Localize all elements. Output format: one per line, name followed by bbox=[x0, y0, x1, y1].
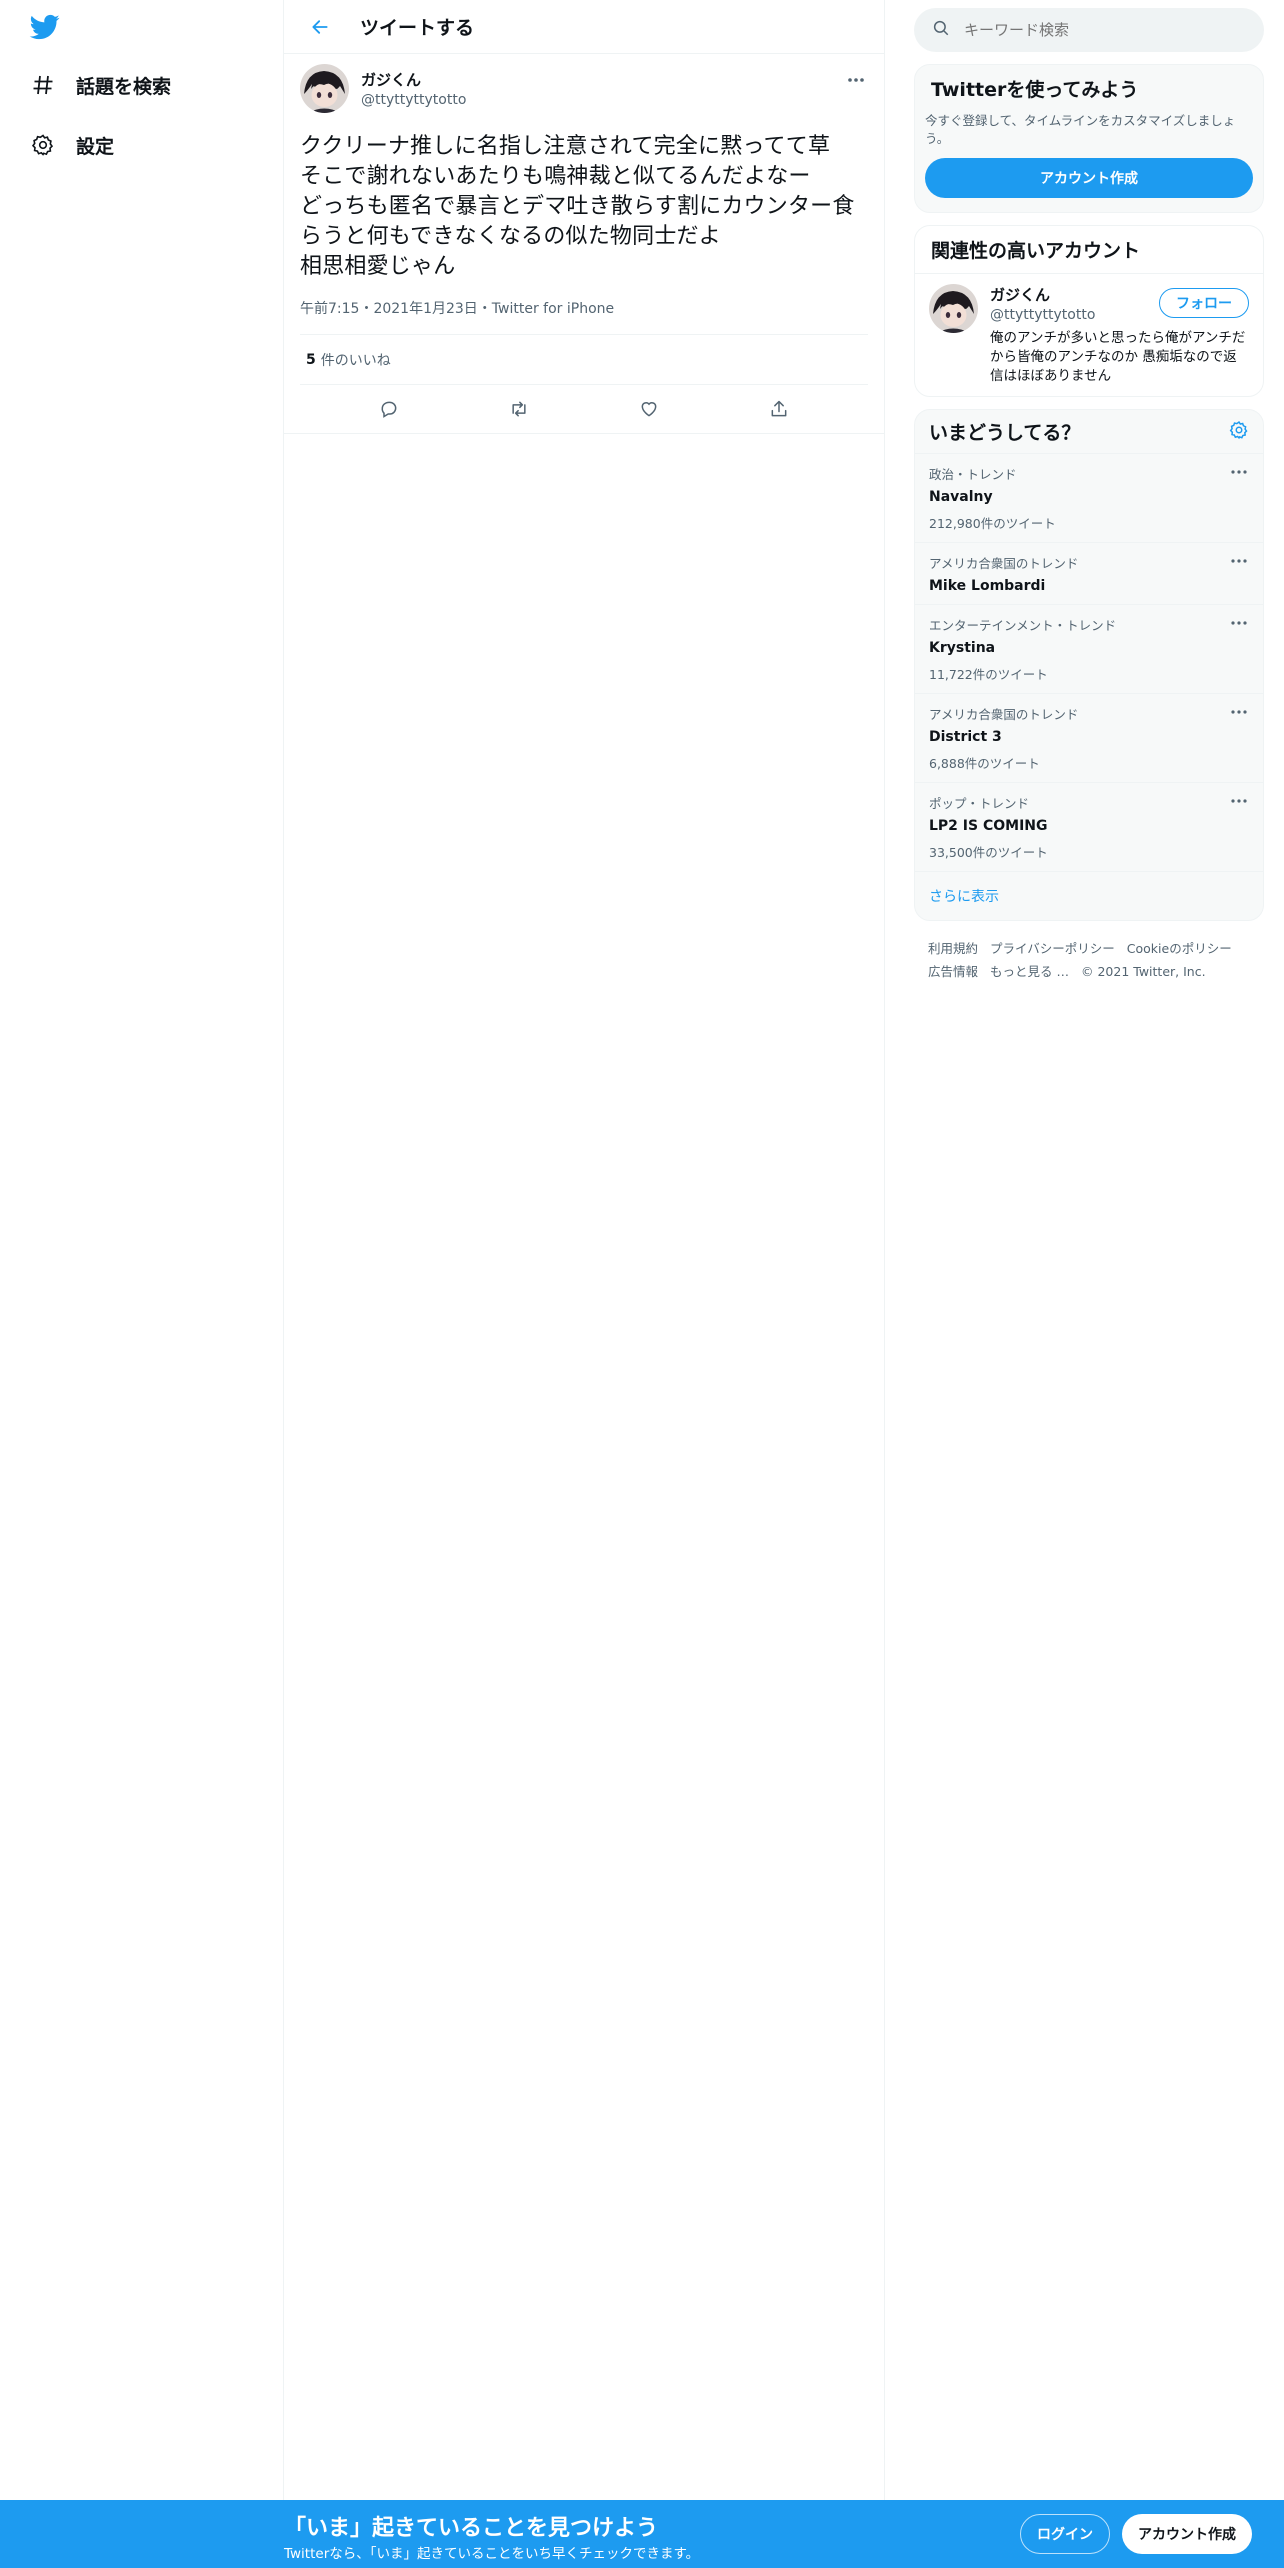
more-options-icon[interactable] bbox=[1229, 615, 1249, 631]
trend-name: Navalny bbox=[929, 489, 993, 505]
trend-category: 政治・トレンド bbox=[929, 467, 1017, 482]
trend-count: 6,888件のツイート bbox=[929, 756, 1040, 771]
reply-icon[interactable] bbox=[370, 390, 408, 428]
back-arrow-icon[interactable] bbox=[302, 9, 338, 45]
nav-item-settings[interactable]: 設定 bbox=[26, 121, 114, 169]
trend-category: アメリカ合衆国のトレンド bbox=[929, 707, 1079, 722]
signup-card: Twitterを使ってみよう 今すぐ登録して、タイムラインをカスタマイズしましょ… bbox=[914, 64, 1264, 213]
banner-title: 「いま」起きていることを見つけよう bbox=[284, 2516, 659, 2541]
avatar[interactable] bbox=[300, 64, 349, 113]
trend-count: 11,722件のツイート bbox=[929, 667, 1048, 682]
footer-link-privacy[interactable]: プライバシーポリシー bbox=[990, 941, 1115, 956]
left-nav: 話題を検索 設定 bbox=[0, 0, 284, 2568]
nav-item-explore[interactable]: 話題を検索 bbox=[26, 61, 171, 109]
follow-button[interactable]: フォロー bbox=[1159, 288, 1249, 318]
tweet-detail: ガジくん @ttyttyttytotto ククリーナ推しに名指し注意されて完全に… bbox=[284, 54, 884, 434]
login-button[interactable]: ログイン bbox=[1020, 2514, 1110, 2554]
right-sidebar: Twitterを使ってみよう 今すぐ登録して、タイムラインをカスタマイズしましょ… bbox=[914, 0, 1264, 999]
gear-icon bbox=[26, 128, 60, 162]
author-name[interactable]: ガジくん bbox=[361, 69, 466, 90]
trend-count: 33,500件のツイート bbox=[929, 845, 1048, 860]
likes-count[interactable]: 5 件のいいね bbox=[300, 335, 868, 385]
banner-subtitle: Twitterなら、「いま」起きていることをいち早くチェックできます。 bbox=[284, 2546, 700, 2562]
footer-link-terms[interactable]: 利用規約 bbox=[928, 941, 978, 956]
trends-header: いまどうしてる？ bbox=[915, 410, 1263, 454]
likes-label: 件のいいね bbox=[320, 352, 391, 369]
related-account[interactable]: ガジくん @ttyttyttytotto 俺のアンチが多いと思ったら俺がアンチだ… bbox=[915, 273, 1263, 396]
more-options-icon[interactable] bbox=[1229, 464, 1249, 480]
like-heart-icon[interactable] bbox=[630, 390, 668, 428]
avatar[interactable] bbox=[929, 284, 978, 333]
trend-item[interactable]: アメリカ合衆国のトレンド Mike Lombardi bbox=[915, 543, 1263, 605]
create-account-button[interactable]: アカウント作成 bbox=[925, 158, 1253, 198]
trend-name: Krystina bbox=[929, 640, 996, 656]
likes-number: 5 bbox=[306, 351, 316, 368]
nav-item-label: 話題を検索 bbox=[76, 75, 172, 98]
author-handle[interactable]: @ttyttyttytotto bbox=[361, 92, 466, 108]
trends-card: いまどうしてる？ 政治・トレンド Navalny 212,980件のツイート ア… bbox=[914, 409, 1264, 921]
twitter-logo-icon[interactable] bbox=[28, 12, 62, 42]
tweet-timestamp[interactable]: 午前7:15・2021年1月23日・Twitter for iPhone bbox=[300, 298, 868, 335]
trend-count: 212,980件のツイート bbox=[929, 516, 1056, 531]
trend-category: エンターテインメント・トレンド bbox=[929, 618, 1117, 633]
tweet-author: ガジくん @ttyttyttytotto bbox=[300, 64, 868, 118]
footer-link-cookies[interactable]: Cookieのポリシー bbox=[1127, 941, 1232, 956]
nav-item-label: 設定 bbox=[76, 135, 115, 158]
signup-banner: 「いま」起きていることを見つけよう Twitterなら、「いま」起きていることを… bbox=[0, 2500, 1284, 2568]
copyright: © 2021 Twitter, Inc. bbox=[1081, 964, 1206, 979]
search-input[interactable] bbox=[964, 21, 1234, 39]
signup-card-title: Twitterを使ってみよう bbox=[931, 79, 1139, 101]
related-account-bio: 俺のアンチが多いと思ったら俺がアンチだから皆俺のアンチなのか 愚痴垢なので返信は… bbox=[990, 330, 1246, 384]
page-title: ツイートする bbox=[360, 17, 475, 39]
trend-item[interactable]: エンターテインメント・トレンド Krystina 11,722件のツイート bbox=[915, 605, 1263, 694]
main-column: ツイートする ガジくん @ttyttyttytotto ククリーナ推しに名指し注… bbox=[284, 0, 885, 2568]
trend-name: District 3 bbox=[929, 729, 1002, 745]
more-options-icon[interactable] bbox=[1229, 704, 1249, 720]
share-icon[interactable] bbox=[760, 390, 798, 428]
show-more-link[interactable]: さらに表示 bbox=[915, 872, 1263, 920]
more-options-icon[interactable] bbox=[844, 70, 868, 90]
trend-name: LP2 IS COMING bbox=[929, 818, 1048, 834]
trend-item[interactable]: ポップ・トレンド LP2 IS COMING 33,500件のツイート bbox=[915, 783, 1263, 872]
tweet-actions bbox=[284, 385, 884, 434]
footer-link-more[interactable]: もっと見る … bbox=[990, 964, 1069, 979]
signup-button[interactable]: アカウント作成 bbox=[1122, 2514, 1252, 2554]
trend-item[interactable]: 政治・トレンド Navalny 212,980件のツイート bbox=[915, 454, 1263, 543]
footer-link-ads[interactable]: 広告情報 bbox=[928, 964, 978, 979]
tweet-text: ククリーナ推しに名指し注意されて完全に黙ってて草 そこで謝れないあたりも鳴神裁と… bbox=[300, 134, 855, 279]
footer-links: 利用規約 プライバシーポリシー Cookieのポリシー 広告情報 もっと見る … © 2… bbox=[914, 921, 1264, 999]
signup-card-description: 今すぐ登録して、タイムラインをカスタマイズしましょう。 bbox=[925, 113, 1236, 146]
more-options-icon[interactable] bbox=[1229, 793, 1249, 809]
retweet-icon[interactable] bbox=[500, 390, 538, 428]
page-header: ツイートする bbox=[284, 0, 884, 54]
search-icon bbox=[932, 19, 950, 41]
trend-item[interactable]: アメリカ合衆国のトレンド District 3 6,888件のツイート bbox=[915, 694, 1263, 783]
trend-category: アメリカ合衆国のトレンド bbox=[929, 556, 1079, 571]
more-options-icon[interactable] bbox=[1229, 553, 1249, 569]
related-accounts-card: 関連性の高いアカウント ガジくん @ttyttyttytotto 俺のアンチが多… bbox=[914, 225, 1264, 397]
trend-name: Mike Lombardi bbox=[929, 578, 1046, 594]
gear-icon[interactable] bbox=[1229, 420, 1249, 444]
trends-title: いまどうしてる？ bbox=[929, 422, 1081, 444]
trend-category: ポップ・トレンド bbox=[929, 796, 1030, 811]
hashtag-icon bbox=[26, 68, 60, 102]
search-bar[interactable] bbox=[914, 8, 1264, 52]
related-accounts-title: 関連性の高いアカウント bbox=[931, 240, 1141, 262]
